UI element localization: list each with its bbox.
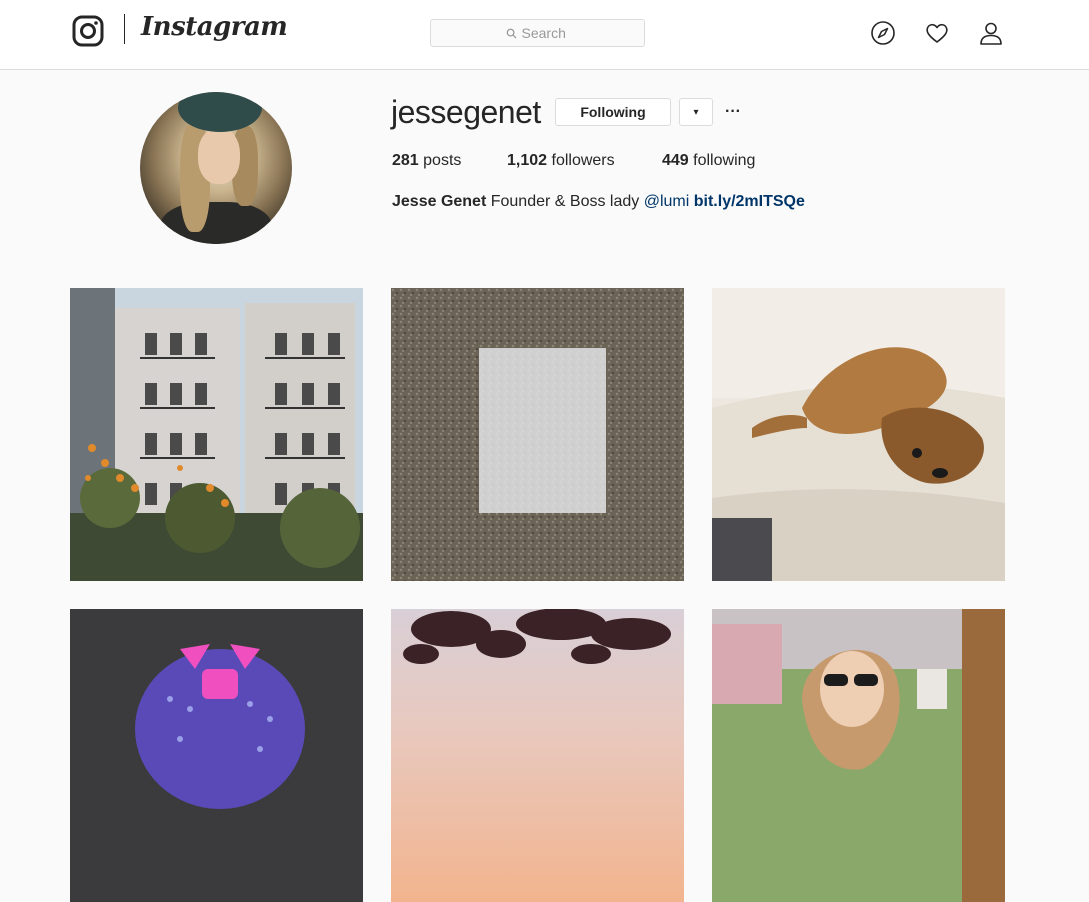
- bio-mention-link[interactable]: @lumi: [644, 193, 690, 210]
- following-button[interactable]: Following: [555, 98, 671, 126]
- suggestions-dropdown-button[interactable]: ▾: [679, 98, 713, 126]
- followers-count-label: followers: [551, 152, 615, 169]
- following-count[interactable]: 449 following: [662, 152, 755, 170]
- followers-count-number: 1,102: [507, 152, 548, 169]
- posts-count-number: 281: [392, 152, 419, 169]
- post-image: [70, 288, 363, 581]
- person-icon[interactable]: [978, 20, 1004, 46]
- bio-website-link[interactable]: bit.ly/2mITSQe: [694, 193, 805, 210]
- instagram-wordmark[interactable]: Instagram: [141, 12, 288, 42]
- profile-bio: Jesse Genet Founder & Boss lady @lumi bi…: [392, 193, 805, 211]
- top-navigation-bar: Instagram: [0, 0, 1089, 70]
- post-image: [712, 288, 1005, 581]
- search-icon: [506, 28, 517, 39]
- more-options-icon[interactable]: ···: [722, 100, 744, 124]
- following-count-label: following: [693, 152, 756, 169]
- caret-down-icon: ▾: [693, 106, 699, 118]
- heart-icon[interactable]: [924, 20, 950, 46]
- following-count-number: 449: [662, 152, 689, 169]
- bio-text: Founder & Boss lady: [490, 193, 640, 210]
- post-thumbnail-sunset-branches[interactable]: [391, 609, 684, 902]
- post-image: [391, 288, 684, 581]
- avatar-face: [198, 128, 240, 184]
- post-thumbnail-woman-sunglasses[interactable]: [712, 609, 1005, 902]
- post-image: [712, 609, 1005, 902]
- post-thumbnail-backpack[interactable]: [70, 609, 363, 902]
- profile-full-name: Jesse Genet: [392, 193, 487, 210]
- followers-count[interactable]: 1,102 followers: [507, 152, 615, 170]
- logo-divider: [124, 14, 125, 44]
- posts-count-label: posts: [423, 152, 462, 169]
- post-image: [70, 609, 363, 902]
- search-box[interactable]: [430, 19, 645, 47]
- search-input[interactable]: [521, 25, 570, 41]
- compass-icon[interactable]: [870, 20, 896, 46]
- post-thumbnail-dog[interactable]: [712, 288, 1005, 581]
- avatar-shirt: [160, 202, 272, 244]
- post-thumbnail-white-square[interactable]: [391, 288, 684, 581]
- profile-avatar[interactable]: [140, 92, 292, 244]
- post-image: [391, 609, 684, 902]
- instagram-camera-icon[interactable]: [72, 15, 104, 47]
- post-thumbnail-building[interactable]: [70, 288, 363, 581]
- posts-count: 281 posts: [392, 152, 461, 170]
- profile-username: jessegenet: [391, 94, 541, 130]
